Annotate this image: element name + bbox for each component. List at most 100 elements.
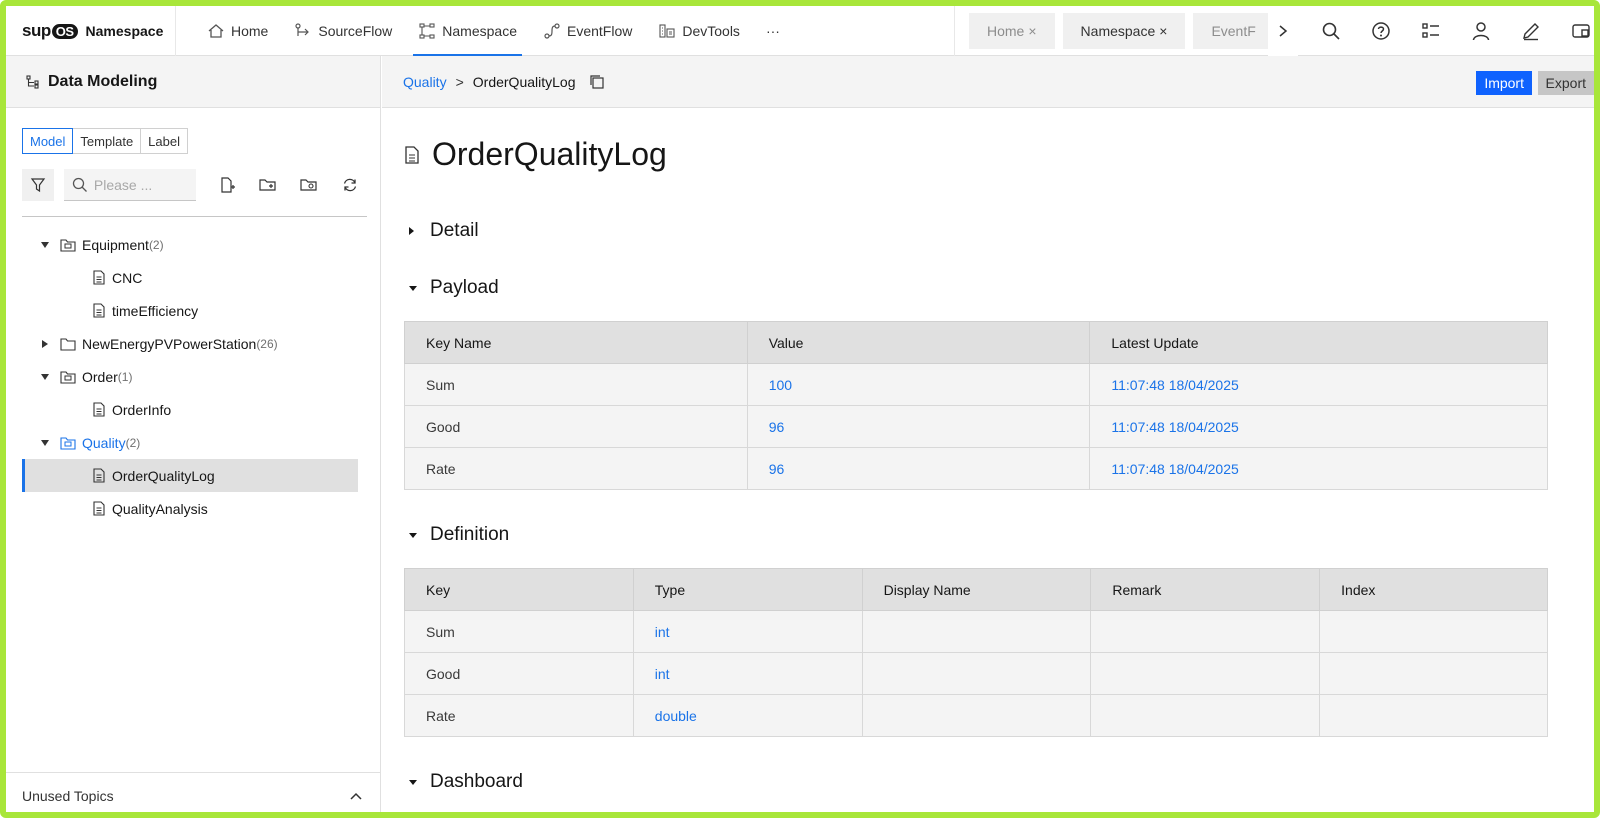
tabs-scroll-right-button[interactable] [1268, 6, 1298, 56]
table-row: Good int [404, 652, 1548, 695]
nav-eventflow-label: EventFlow [566, 22, 633, 39]
definition-table: Key Type Display Name Remark Index Sum i… [404, 568, 1548, 737]
nav-namespace-label: Namespace [442, 22, 517, 39]
data-modeling-panel: Data Modeling Model Template Label Pleas… [6, 56, 381, 812]
toolbar-divider [22, 216, 367, 217]
breadcrumb-quality-link[interactable]: Quality [403, 74, 447, 90]
panel-title: Data Modeling [48, 72, 158, 90]
refresh-button[interactable] [330, 169, 370, 201]
table-cell [1090, 694, 1321, 737]
nav-sourceflow[interactable]: SourceFlow [281, 6, 405, 56]
timestamp-link[interactable]: 11:07:48 18/04/2025 [1089, 447, 1548, 490]
section-definition[interactable]: Definition [408, 524, 509, 546]
home-icon [208, 23, 224, 38]
user-icon [1472, 22, 1490, 41]
model-type-switch: Model Template Label [22, 128, 188, 154]
copy-button[interactable] [589, 74, 605, 90]
payload-table: Key Name Value Latest Update Sum 100 11:… [404, 321, 1548, 490]
source-flow-icon [295, 22, 310, 36]
add-folder-button[interactable] [248, 169, 288, 201]
value-link[interactable]: 96 [746, 405, 1091, 448]
value-link[interactable]: 100 [746, 363, 1091, 406]
tab-label[interactable]: Label [141, 129, 187, 153]
tree-item-newenergypvpowerstation[interactable]: NewEnergyPVPowerStation (26) [22, 327, 358, 360]
tree-item-qualityanalysis[interactable]: QualityAnalysis [22, 492, 358, 525]
tree-search-input[interactable] [93, 176, 189, 193]
help-button[interactable] [1356, 6, 1406, 56]
table-cell [861, 694, 1092, 737]
section-detail[interactable]: Detail [408, 220, 479, 242]
chevron-up-icon [350, 792, 362, 800]
table-header-row: Key Type Display Name Remark Index [404, 568, 1548, 611]
unused-topics-toggle[interactable]: Unused Topics [6, 772, 381, 812]
column-header: Key [404, 568, 634, 611]
help-icon [1372, 22, 1390, 40]
nav-more-button[interactable]: ··· [753, 6, 793, 56]
caret-down-icon [408, 779, 418, 786]
close-icon[interactable]: × [1028, 23, 1036, 39]
add-file-button[interactable] [208, 169, 248, 201]
event-flow-icon [544, 22, 560, 39]
model-folder-icon [60, 436, 76, 450]
caret-down-icon[interactable] [38, 241, 52, 249]
page-title: OrderQualityLog [404, 136, 667, 173]
main-nav: Home SourceFlow Namespace EventFlow DevT… [176, 6, 793, 56]
open-tab-home[interactable]: Home × [969, 13, 1055, 49]
section-dashboard[interactable]: Dashboard [408, 771, 523, 793]
close-icon[interactable]: × [1159, 23, 1167, 39]
table-row: Good 96 11:07:48 18/04/2025 [404, 405, 1548, 448]
section-payload[interactable]: Payload [408, 277, 499, 299]
breadcrumb-bar: Quality > OrderQualityLog Import Export [382, 56, 1594, 108]
edit-icon [1523, 23, 1539, 41]
type-link[interactable]: double [632, 694, 863, 737]
copy-icon [590, 74, 605, 89]
nav-home[interactable]: Home [194, 6, 281, 56]
search-button[interactable] [1306, 6, 1356, 56]
tree-item-orderqualitylog[interactable]: OrderQualityLog [22, 459, 358, 492]
logo[interactable]: sup OS Namespace [6, 6, 176, 56]
tree-item-quality[interactable]: Quality (2) [22, 426, 358, 459]
table-cell: Sum [404, 363, 748, 406]
file-icon [92, 468, 106, 483]
filter-button[interactable] [22, 169, 54, 201]
tree-toolbar [22, 168, 370, 202]
folder-settings-button[interactable] [289, 169, 329, 201]
tree-item-equipment[interactable]: Equipment (2) [22, 228, 358, 261]
caret-right-icon [408, 226, 418, 236]
nav-devtools[interactable]: DevTools [645, 6, 753, 56]
tab-template[interactable]: Template [73, 129, 142, 153]
user-button[interactable] [1456, 6, 1506, 56]
timestamp-link[interactable]: 11:07:48 18/04/2025 [1089, 405, 1548, 448]
task-list-button[interactable] [1406, 6, 1456, 56]
edit-button[interactable] [1506, 6, 1556, 56]
tab-model[interactable]: Model [22, 128, 74, 154]
tree-item-orderinfo[interactable]: OrderInfo [22, 393, 358, 426]
caret-down-icon[interactable] [38, 439, 52, 447]
main-content: Quality > OrderQualityLog Import Export … [382, 56, 1594, 812]
data-modeling-icon [26, 74, 39, 89]
nav-eventflow[interactable]: EventFlow [530, 6, 645, 56]
table-cell [1319, 694, 1548, 737]
caret-down-icon[interactable] [38, 373, 52, 381]
nav-namespace[interactable]: Namespace [405, 6, 530, 56]
export-button[interactable]: Export [1537, 71, 1594, 95]
caret-down-icon [408, 285, 418, 292]
tree-item-timeefficiency[interactable]: timeEfficiency [22, 294, 358, 327]
table-cell: Good [404, 405, 748, 448]
table-cell [1090, 610, 1321, 653]
file-icon [92, 402, 106, 417]
tree-search [63, 169, 196, 201]
type-link[interactable]: int [632, 652, 863, 695]
import-button[interactable]: Import [1476, 71, 1532, 95]
table-header-row: Key Name Value Latest Update [404, 321, 1548, 364]
caret-right-icon[interactable] [38, 339, 52, 349]
open-tab-namespace[interactable]: Namespace × [1062, 13, 1186, 49]
tree-item-cnc[interactable]: CNC [22, 261, 358, 294]
breadcrumb-current: OrderQualityLog [472, 73, 576, 90]
timestamp-link[interactable]: 11:07:48 18/04/2025 [1089, 363, 1548, 406]
window-button[interactable] [1556, 6, 1594, 56]
tree-item-order[interactable]: Order (1) [22, 360, 358, 393]
type-link[interactable]: int [632, 610, 863, 653]
open-tab-eventflow[interactable]: EventF [1193, 13, 1268, 49]
value-link[interactable]: 96 [746, 447, 1091, 490]
